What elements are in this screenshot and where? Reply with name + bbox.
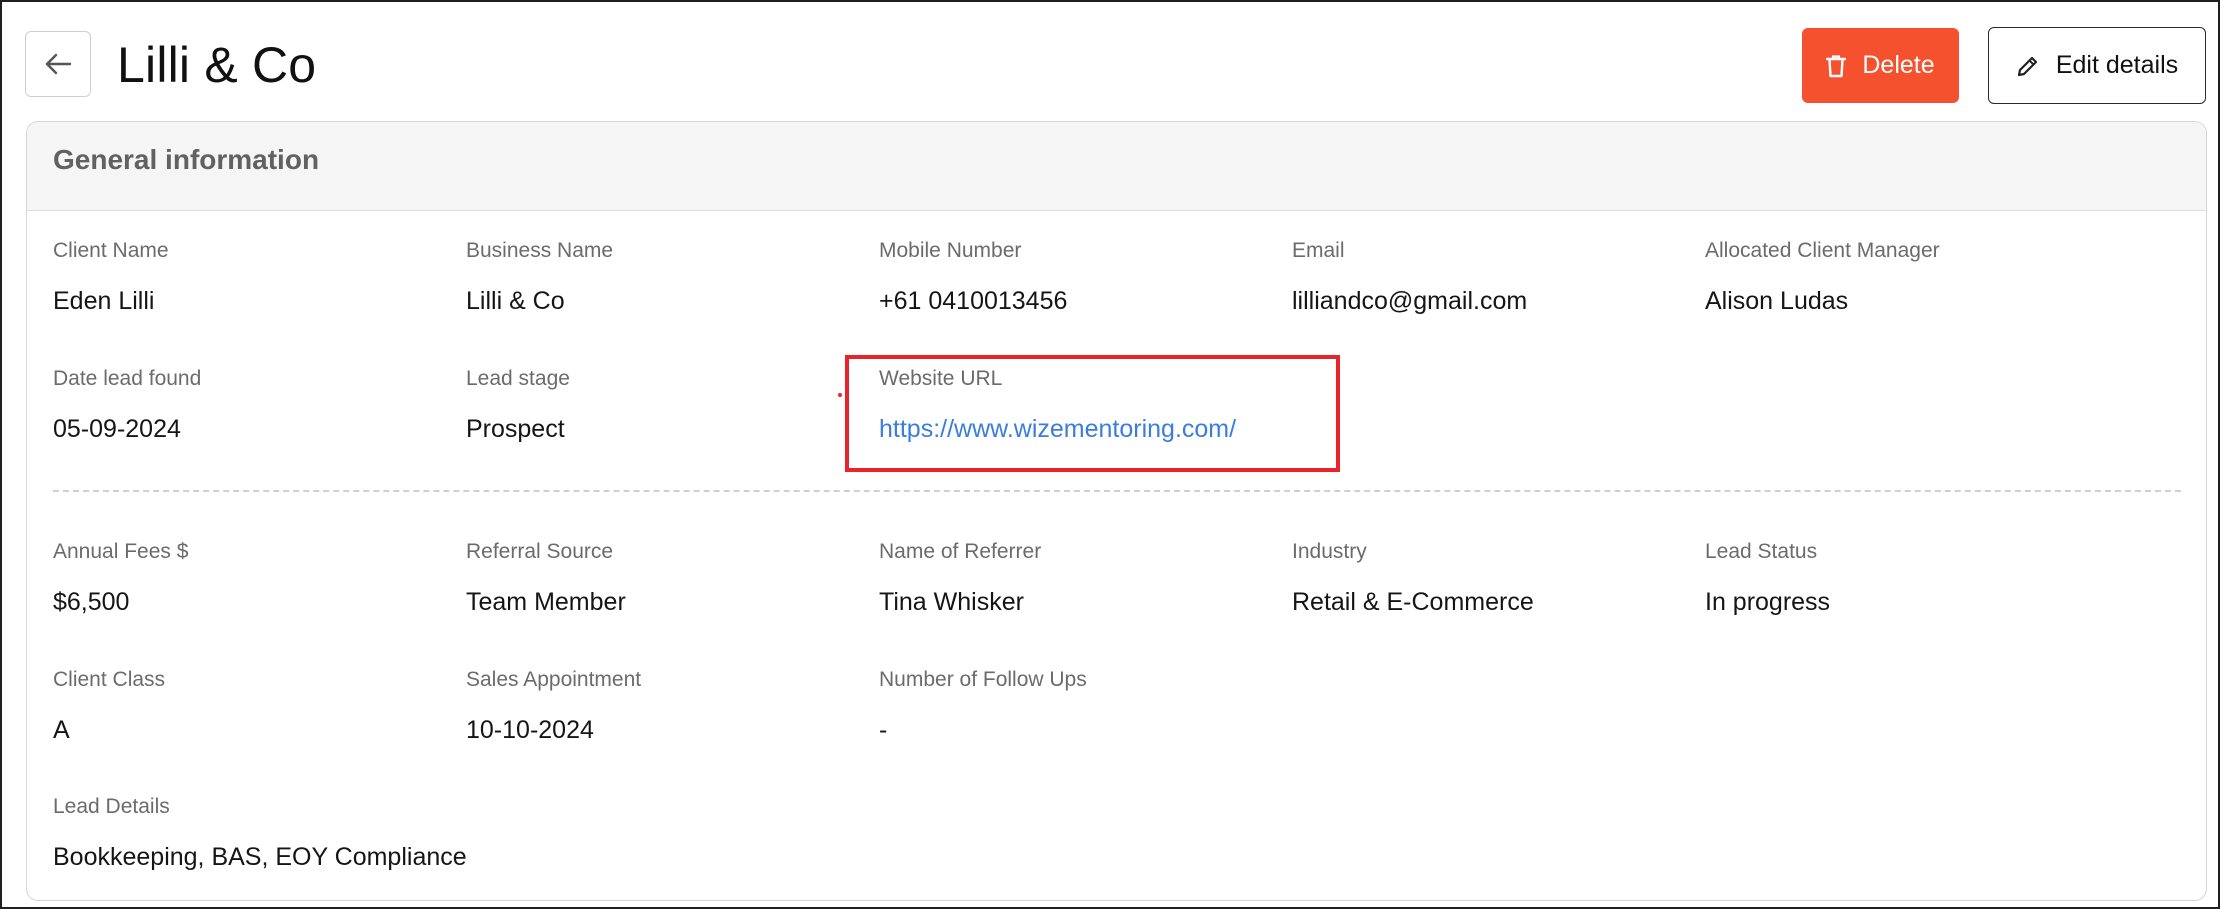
field-value: Tina Whisker	[879, 588, 1024, 616]
field-value: A	[53, 716, 70, 744]
field-lead-details: Lead Details Bookkeeping, BAS, EOY Compl…	[53, 794, 953, 872]
field-value: Team Member	[466, 588, 626, 616]
field-value: Prospect	[466, 415, 565, 443]
back-button[interactable]	[25, 31, 91, 97]
field-label: Lead stage	[466, 367, 570, 390]
field-mobile-number: Mobile Number +61 0410013456	[879, 238, 1279, 316]
edit-details-button[interactable]: Edit details	[1988, 27, 2206, 104]
field-label: Referral Source	[466, 540, 614, 563]
section-title: General information	[53, 144, 320, 175]
field-number-of-follow-ups: Number of Follow Ups -	[879, 667, 1279, 745]
field-value: In progress	[1705, 588, 1831, 616]
field-value: Eden Lilli	[53, 287, 155, 315]
field-value: Lilli & Co	[466, 287, 565, 315]
field-value: Alison Ludas	[1705, 287, 1849, 315]
edit-details-label: Edit details	[2055, 51, 2179, 79]
delete-button[interactable]: Delete	[1802, 28, 1959, 103]
section-divider	[53, 490, 2181, 492]
field-lead-stage: Lead stage Prospect	[466, 366, 866, 444]
field-label: Lead Status	[1705, 540, 1818, 563]
field-label: Industry	[1292, 540, 1367, 563]
field-label: Annual Fees $	[53, 540, 189, 563]
field-value: lilliandco@gmail.com	[1292, 287, 1528, 315]
field-referral-source: Referral Source Team Member	[466, 539, 866, 617]
field-name-of-referrer: Name of Referrer Tina Whisker	[879, 539, 1279, 617]
field-client-class: Client Class A	[53, 667, 453, 745]
field-industry: Industry Retail & E-Commerce	[1292, 539, 1692, 617]
field-email: Email lilliandco@gmail.com	[1292, 238, 1692, 316]
field-value: Bookkeeping, BAS, EOY Compliance	[53, 843, 467, 871]
delete-button-label: Delete	[1862, 51, 1935, 79]
field-allocated-client-manager: Allocated Client Manager Alison Ludas	[1705, 238, 2105, 316]
field-value: 05-09-2024	[53, 415, 181, 443]
field-label: Mobile Number	[879, 239, 1022, 262]
field-client-name: Client Name Eden Lilli	[53, 238, 453, 316]
general-information-card: General information Client Name Eden Lil…	[26, 121, 2207, 901]
annotation-dot	[838, 393, 842, 397]
field-date-lead-found: Date lead found 05-09-2024	[53, 366, 453, 444]
field-value: 10-10-2024	[466, 716, 594, 744]
field-label: Business Name	[466, 239, 614, 262]
trash-icon	[1826, 54, 1847, 77]
field-label: Client Name	[53, 239, 169, 262]
field-sales-appointment: Sales Appointment 10-10-2024	[466, 667, 866, 745]
arrow-left-icon	[45, 53, 72, 75]
field-label: Email	[1292, 239, 1345, 262]
window-frame: Lilli & Co Delete Edit details General i…	[0, 0, 2220, 909]
field-label: Lead Details	[53, 795, 170, 818]
field-value: +61 0410013456	[879, 287, 1068, 315]
field-business-name: Business Name Lilli & Co	[466, 238, 866, 316]
field-label: Client Class	[53, 668, 166, 691]
card-header: General information	[27, 122, 2206, 211]
page-title: Lilli & Co	[117, 37, 317, 93]
field-annual-fees: Annual Fees $ $6,500	[53, 539, 453, 617]
field-label: Name of Referrer	[879, 540, 1042, 563]
field-value: Retail & E-Commerce	[1292, 588, 1534, 616]
field-value: -	[879, 716, 888, 744]
field-label: Website URL	[879, 367, 1003, 390]
field-lead-status: Lead Status In progress	[1705, 539, 2105, 617]
field-label: Number of Follow Ups	[879, 668, 1087, 691]
field-website-url: Website URL https://www.wizementoring.co…	[879, 366, 1279, 444]
website-url-link[interactable]: https://www.wizementoring.com/	[879, 414, 1279, 444]
field-label: Date lead found	[53, 367, 202, 390]
pencil-icon	[2017, 56, 2037, 76]
field-value: $6,500	[53, 588, 130, 616]
field-label: Sales Appointment	[466, 668, 642, 691]
field-label: Allocated Client Manager	[1705, 239, 1940, 262]
